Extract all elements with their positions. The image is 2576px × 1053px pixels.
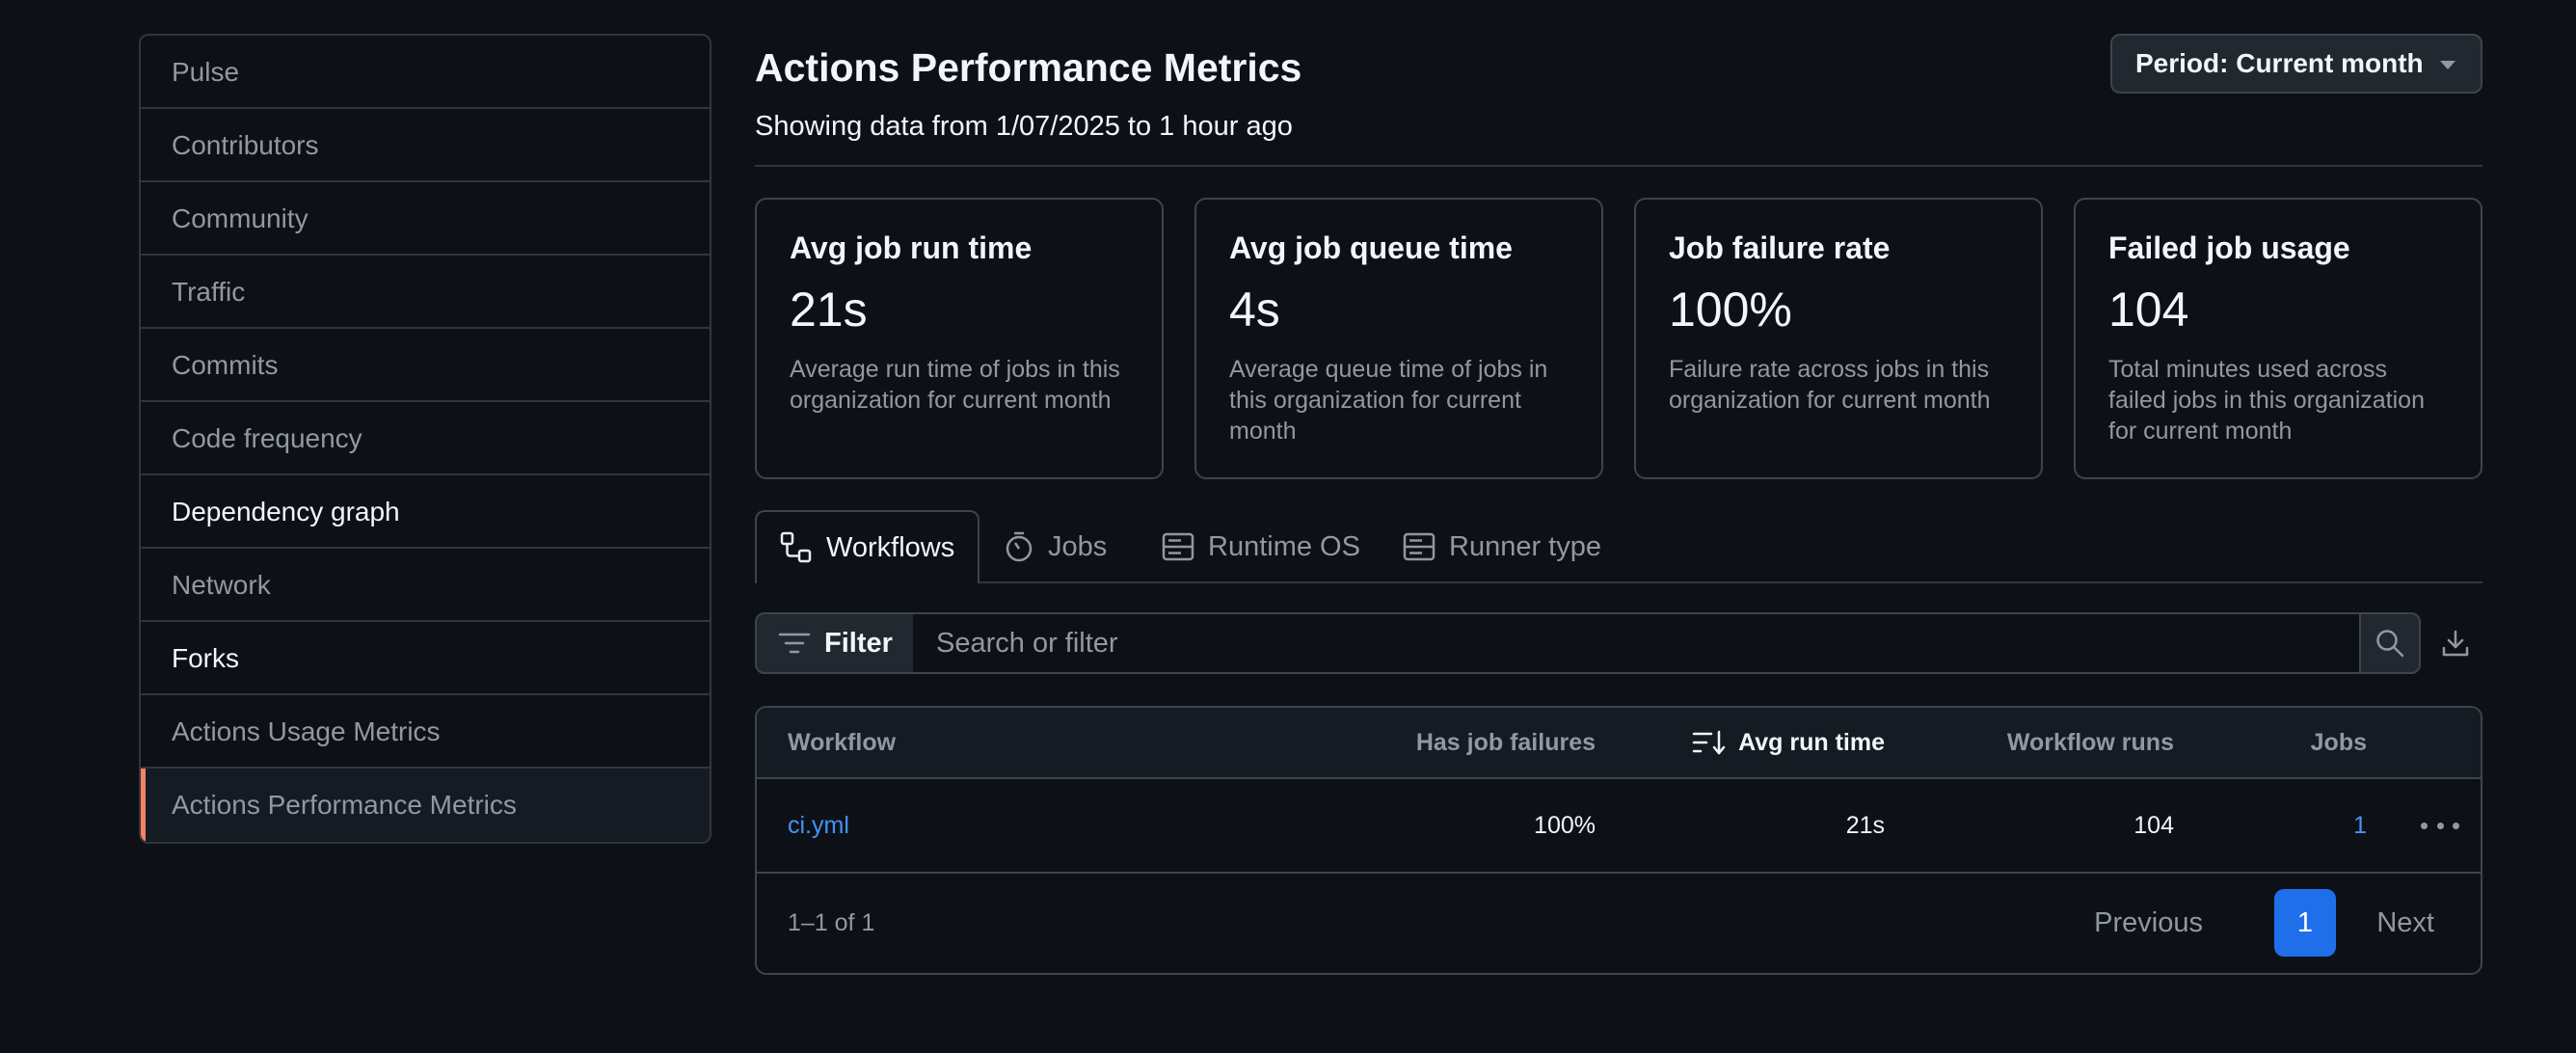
dot (2453, 822, 2459, 829)
table-footer: 1–1 of 1 Previous 1 Next (757, 874, 2481, 973)
main-content: Actions Performance Metrics Showing data… (755, 34, 2482, 975)
cell-workflow-runs: 104 (2133, 812, 2174, 839)
date-range-subtitle: Showing data from 1/07/2025 to 1 hour ag… (755, 111, 1293, 142)
sidebar-nav: Pulse Contributors Community Traffic Com… (139, 34, 711, 844)
jobs-count-link[interactable]: 1 (2353, 779, 2367, 872)
metric-cards: Avg job run time 21s Average run time of… (755, 198, 2482, 479)
filter-button[interactable]: Filter (755, 612, 915, 674)
card-value: 104 (2108, 283, 2189, 337)
column-header-avg-run-time[interactable]: Avg run time (1692, 708, 1885, 777)
period-label: Period: Current month (2135, 48, 2424, 78)
metric-card-failure-rate: Job failure rate 100% Failure rate acros… (1634, 198, 2043, 479)
kebab-menu-icon[interactable] (2421, 812, 2459, 839)
next-page-button[interactable]: Next (2376, 874, 2434, 973)
card-title: Avg job queue time (1229, 230, 1513, 265)
column-header-workflow[interactable]: Workflow (788, 708, 896, 777)
workflows-table: Workflow Has job failures Avg run time W… (755, 706, 2482, 975)
page-1-button[interactable]: 1 (2274, 889, 2336, 957)
sidebar-item-contributors[interactable]: Contributors (141, 109, 710, 182)
workflow-icon (780, 531, 812, 563)
tab-label: Runtime OS (1208, 530, 1360, 562)
card-title: Failed job usage (2108, 230, 2350, 265)
previous-page-button[interactable]: Previous (2094, 874, 2203, 973)
tab-jobs[interactable]: Jobs (1004, 510, 1107, 583)
card-title: Avg job run time (790, 230, 1033, 265)
card-value: 100% (1669, 283, 1792, 337)
search-icon (2376, 630, 2404, 658)
column-header-has-job-failures[interactable]: Has job failures (1416, 708, 1596, 777)
sidebar-item-code-frequency[interactable]: Code frequency (141, 402, 710, 475)
stopwatch-icon (1006, 531, 1033, 562)
tab-label: Runner type (1449, 530, 1601, 562)
sidebar-item-dependency-graph[interactable]: Dependency graph (141, 475, 710, 549)
filter-button-label: Filter (824, 627, 893, 659)
server-icon (1403, 532, 1436, 561)
metric-card-avg-queue-time: Avg job queue time 4s Average queue time… (1194, 198, 1603, 479)
period-dropdown-button[interactable]: Period: Current month (2110, 34, 2482, 94)
filter-bar: Filter (755, 612, 2482, 674)
metric-card-avg-run-time: Avg job run time 21s Average run time of… (755, 198, 1164, 479)
sidebar-item-commits[interactable]: Commits (141, 329, 710, 402)
tab-workflows[interactable]: Workflows (755, 510, 980, 583)
dot (2436, 822, 2444, 829)
caret-down-icon (2440, 61, 2455, 69)
card-value: 21s (790, 283, 868, 337)
column-label: Avg run time (1738, 729, 1885, 756)
tab-label: Jobs (1048, 530, 1108, 562)
tab-runtime-os[interactable]: Runtime OS (1162, 510, 1360, 583)
table-header: Workflow Has job failures Avg run time W… (757, 708, 2481, 779)
metrics-tabs: Workflows Jobs Runtime OS Runner type (755, 510, 2482, 583)
sort-descending-icon (1692, 730, 1726, 755)
cell-has-job-failures: 100% (1534, 812, 1596, 839)
download-icon (2442, 630, 2469, 657)
filter-icon (778, 633, 811, 654)
card-description: Average run time of jobs in this organiz… (790, 356, 1120, 414)
server-icon (1162, 532, 1194, 561)
search-input[interactable] (913, 612, 2361, 674)
card-description: Failure rate across jobs in this organiz… (1669, 356, 1991, 414)
metric-card-failed-job-usage: Failed job usage 104 Total minutes used … (2074, 198, 2482, 479)
card-description: Total minutes used across failed jobs in… (2108, 356, 2425, 445)
download-button[interactable] (2438, 626, 2473, 661)
table-row: ci.yml 100% 21s 104 1 (757, 779, 2481, 874)
workflow-link[interactable]: ci.yml (788, 779, 849, 872)
tab-runner-type[interactable]: Runner type (1403, 510, 1601, 583)
sidebar-item-actions-usage-metrics[interactable]: Actions Usage Metrics (141, 695, 710, 769)
row-count-text: 1–1 of 1 (788, 909, 875, 936)
sidebar-item-traffic[interactable]: Traffic (141, 256, 710, 329)
card-value: 4s (1229, 283, 1280, 337)
column-header-workflow-runs[interactable]: Workflow runs (2007, 708, 2174, 777)
sidebar-item-forks[interactable]: Forks (141, 622, 710, 695)
sidebar-item-network[interactable]: Network (141, 549, 710, 622)
sidebar-item-actions-performance-metrics[interactable]: Actions Performance Metrics (141, 769, 710, 842)
sidebar-item-community[interactable]: Community (141, 182, 710, 256)
dot (2421, 822, 2428, 829)
search-button[interactable] (2359, 612, 2421, 674)
card-description: Average queue time of jobs in this organ… (1229, 356, 1548, 445)
column-header-jobs[interactable]: Jobs (2311, 708, 2367, 777)
header-divider (755, 165, 2482, 167)
sidebar-item-pulse[interactable]: Pulse (141, 36, 710, 109)
cell-avg-run-time: 21s (1845, 812, 1885, 839)
tab-label: Workflows (826, 531, 955, 563)
card-title: Job failure rate (1669, 230, 1891, 265)
